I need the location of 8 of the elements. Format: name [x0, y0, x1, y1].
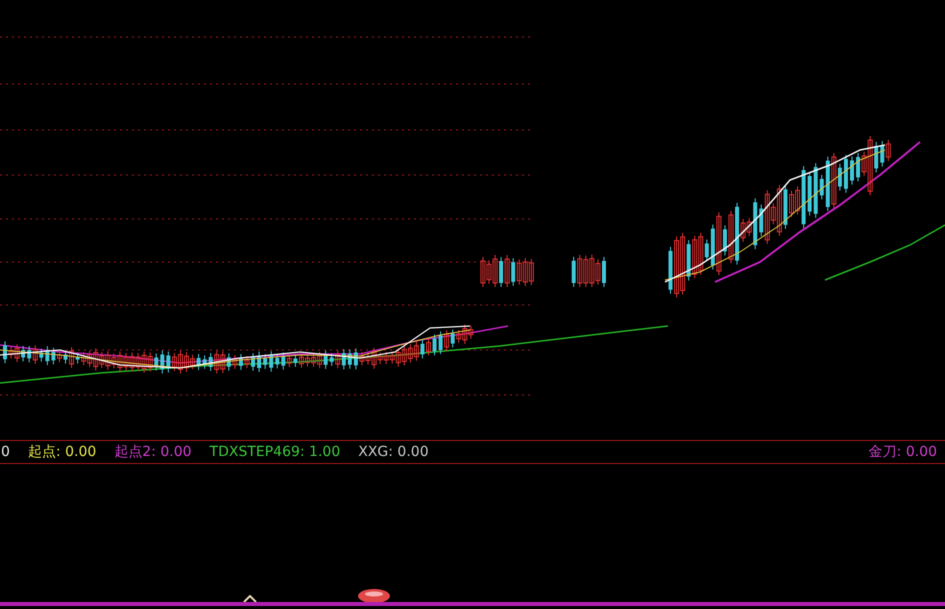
- indicator-value: XXG: 0.00: [358, 444, 429, 460]
- indicator-value: 金刀: 0.00: [868, 443, 937, 461]
- indicator-value: 起点2: 0.00: [114, 443, 192, 461]
- signal-marker-icon: [358, 589, 390, 603]
- caret-icon: [243, 595, 257, 603]
- indicator-value: TDXSTEP469: 1.00: [210, 444, 340, 460]
- indicator-value: 0: [1, 444, 10, 460]
- indicator-value: 起点: 0.00: [28, 443, 96, 461]
